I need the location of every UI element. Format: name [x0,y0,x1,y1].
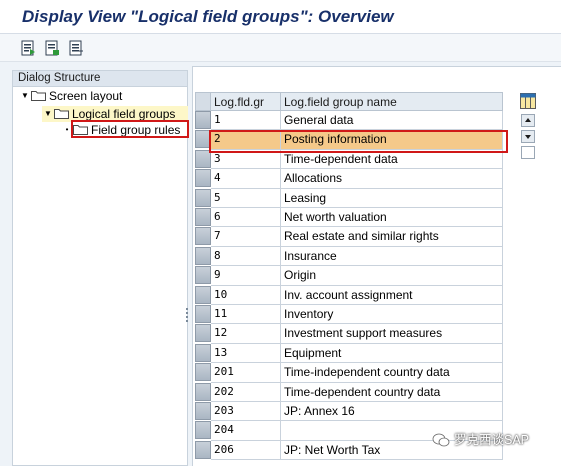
log-field-group-name-cell: Origin [281,266,503,286]
log-fld-gr-cell: 10 [211,285,281,305]
row-selector[interactable] [195,421,211,440]
column-header-log-fld-gr[interactable]: Log.fld.gr [211,92,281,111]
row-selector[interactable] [195,227,211,246]
log-field-group-name-cell: Insurance [281,246,503,267]
tree-item-screen-layout[interactable]: ▼ Screen layout [19,88,122,104]
column-settings-icon[interactable] [520,93,536,109]
export-icon[interactable] [68,40,84,56]
application-toolbar [0,34,561,62]
log-field-group-name-cell: Investment support measures [281,324,503,344]
row-selector[interactable] [195,169,211,188]
row-selector[interactable] [195,305,211,323]
log-fld-gr-cell: 201 [211,363,281,383]
log-fld-gr-cell: 7 [211,227,281,247]
log-field-group-name-cell: Equipment [281,343,503,364]
dialog-structure-header: Dialog Structure [13,71,187,87]
log-fld-gr-cell: 6 [211,208,281,228]
scroll-up-button[interactable] [521,114,535,127]
log-field-group-name-cell: General data [281,111,503,131]
log-fld-gr-cell: 9 [211,266,281,286]
log-fld-gr-cell: 204 [211,421,281,441]
log-field-group-name-cell: Time-dependent country data [281,382,503,402]
row-selector[interactable] [195,188,211,207]
log-fld-gr-cell: 8 [211,246,281,267]
row-selector[interactable] [195,324,211,343]
log-field-group-name-cell: JP: Annex 16 [281,402,503,422]
scrollbar-thumb[interactable] [521,146,535,159]
details-icon[interactable] [20,40,36,56]
log-field-group-name-cell: Time-independent country data [281,363,503,383]
row-selector[interactable] [195,382,211,401]
tree-item-label: Logical field groups [72,107,176,121]
page-title: Display View "Logical field groups": Ove… [22,7,394,26]
expand-arrow-icon[interactable]: ▼ [42,106,54,122]
row-selector[interactable] [195,208,211,226]
wechat-icon [432,433,450,447]
log-fld-gr-cell: 11 [211,305,281,325]
column-header-log-field-group-name[interactable]: Log.field group name [281,92,503,111]
highlight-box [71,120,189,138]
log-fld-gr-cell: 5 [211,188,281,208]
log-field-group-name-cell: Allocations [281,169,503,189]
select-all-button[interactable] [195,92,211,111]
log-fld-gr-cell: 1 [211,111,281,131]
expand-arrow-icon[interactable]: ▼ [19,88,31,104]
row-selector[interactable] [195,363,211,382]
folder-open-icon [31,90,46,101]
watermark-text: 罗克西谈SAP [454,433,530,447]
log-fld-gr-cell: 202 [211,382,281,402]
print-icon[interactable] [44,40,60,56]
log-field-group-name-cell: Real estate and similar rights [281,227,503,247]
splitter-handle[interactable] [186,308,189,326]
highlight-box [209,130,508,153]
folder-open-icon [54,108,69,119]
row-selector[interactable] [195,111,211,129]
log-field-group-name-cell: Inv. account assignment [281,285,503,305]
row-selector[interactable] [195,246,211,265]
row-selector[interactable] [195,285,211,304]
tree-item-label: Screen layout [49,89,123,103]
row-selector[interactable] [195,440,211,459]
log-fld-gr-cell: 12 [211,324,281,344]
row-selector[interactable] [195,343,211,362]
log-fld-gr-cell: 203 [211,402,281,422]
log-fld-gr-cell: 13 [211,343,281,364]
row-selector[interactable] [195,266,211,285]
title-bar: Display View "Logical field groups": Ove… [0,0,561,34]
log-field-group-name-cell: Net worth valuation [281,208,503,228]
log-field-group-name-cell: Leasing [281,188,503,208]
log-field-group-name-cell: Inventory [281,305,503,325]
log-fld-gr-cell: 4 [211,169,281,189]
log-fld-gr-cell: 206 [211,440,281,461]
watermark: 罗克西谈SAP [432,429,529,449]
dialog-structure-panel: Dialog Structure ▼ Screen layout ▼ Logical… [12,70,189,466]
row-selector[interactable] [195,402,211,420]
scroll-down-button[interactable] [521,130,535,143]
